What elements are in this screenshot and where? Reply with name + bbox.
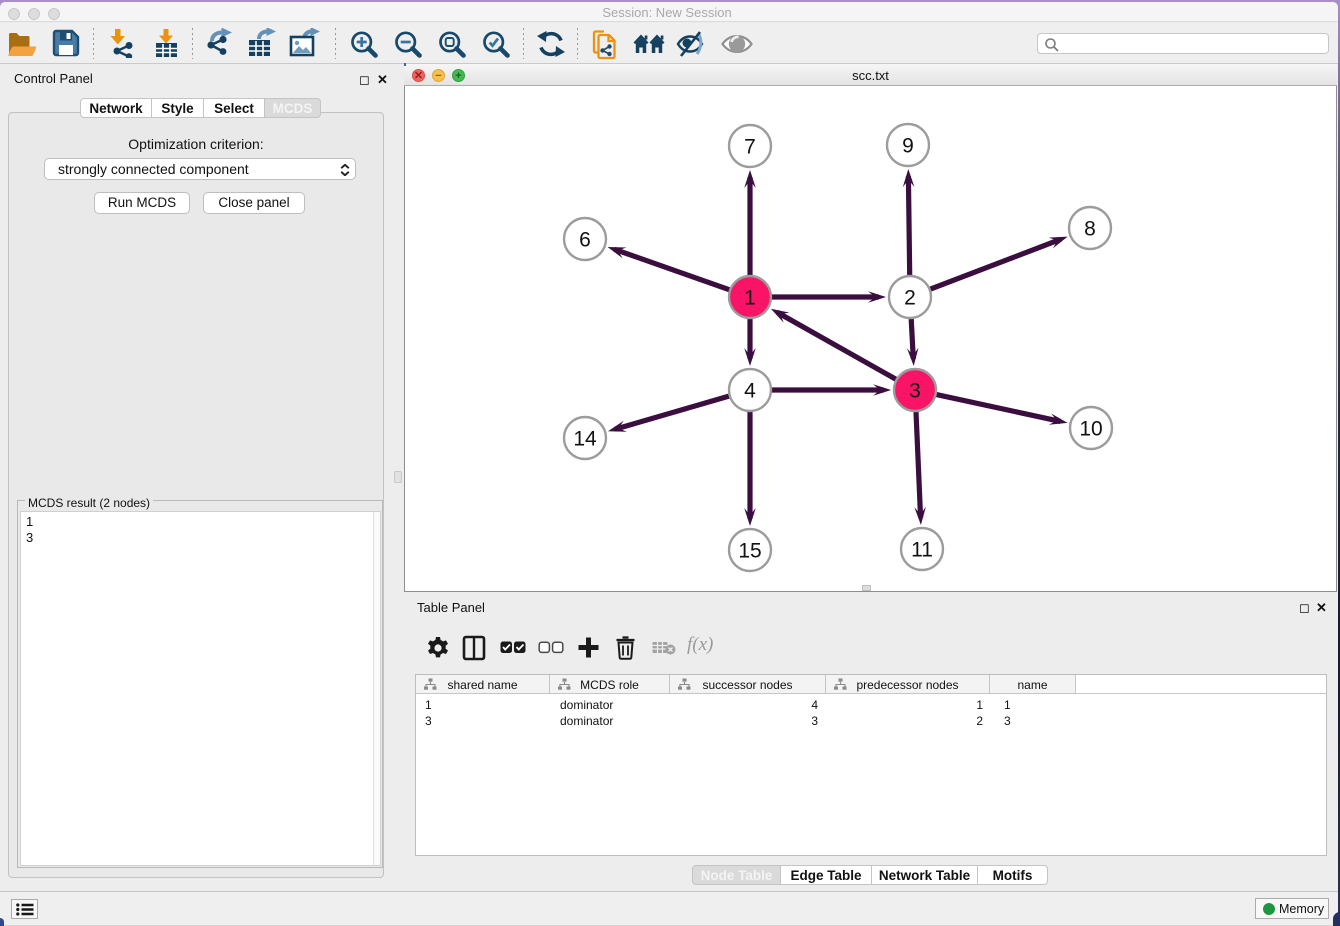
svg-text:4: 4 [744, 380, 756, 403]
svg-text:8: 8 [1084, 218, 1096, 241]
svg-text:7: 7 [744, 136, 756, 159]
svg-text:2: 2 [904, 287, 916, 310]
svg-text:11: 11 [911, 539, 933, 562]
svg-text:1: 1 [744, 287, 756, 310]
svg-text:3: 3 [909, 380, 921, 403]
svg-text:15: 15 [738, 540, 761, 563]
svg-text:10: 10 [1079, 418, 1102, 441]
svg-text:6: 6 [579, 229, 591, 252]
svg-text:9: 9 [902, 135, 914, 158]
svg-text:14: 14 [573, 428, 597, 451]
